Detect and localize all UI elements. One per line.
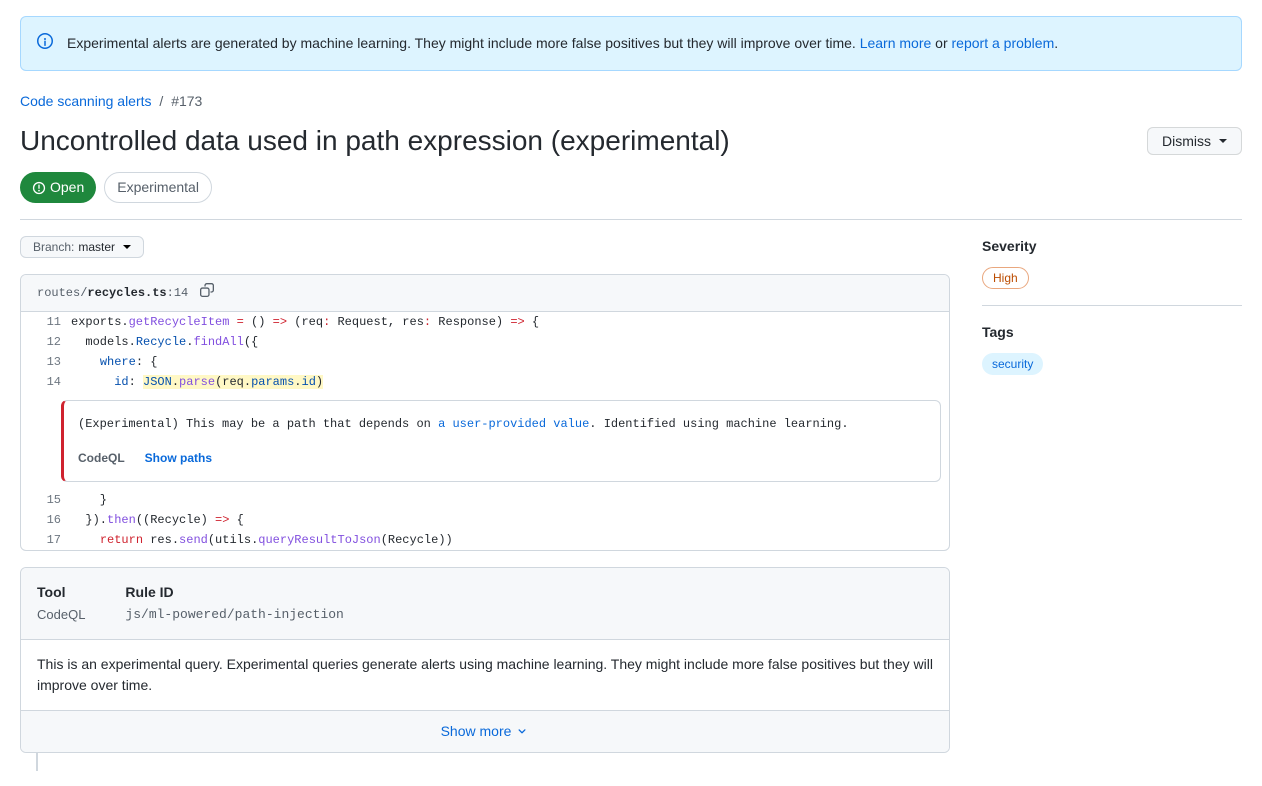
inline-alert: (Experimental) This may be a path that d… bbox=[61, 400, 941, 482]
code-file-header: routes/recycles.ts:14 bbox=[21, 275, 949, 312]
tags-heading: Tags bbox=[982, 322, 1242, 343]
code-snippet-box: routes/recycles.ts:14 11exports.getRecyc… bbox=[20, 274, 950, 551]
experimental-label: Experimental bbox=[104, 172, 212, 203]
code-line: 17 return res.send(utils.queryResultToJs… bbox=[21, 530, 949, 550]
page-title: Uncontrolled data used in path expressio… bbox=[20, 120, 730, 162]
code-line: 13 where: { bbox=[21, 352, 949, 372]
tool-label: Tool bbox=[37, 582, 85, 603]
code-line: 16 }).then((Recycle) => { bbox=[21, 510, 949, 530]
tags-section: Tags security bbox=[982, 322, 1242, 391]
banner-learn-more-link[interactable]: Learn more bbox=[860, 35, 932, 51]
chevron-down-icon bbox=[515, 724, 529, 738]
rule-id-value: js/ml-powered/path-injection bbox=[125, 605, 343, 625]
alert-value-link[interactable]: a user-provided value bbox=[438, 417, 589, 431]
breadcrumb-parent-link[interactable]: Code scanning alerts bbox=[20, 93, 152, 109]
alert-icon bbox=[32, 181, 46, 195]
show-paths-link[interactable]: Show paths bbox=[145, 449, 212, 467]
alert-tool-label: CodeQL bbox=[78, 449, 125, 467]
caret-down-icon bbox=[123, 245, 131, 249]
breadcrumb-separator: / bbox=[159, 93, 163, 109]
rule-info-box: Tool CodeQL Rule ID js/ml-powered/path-i… bbox=[20, 567, 950, 753]
banner-text-prefix: Experimental alerts are generated by mac… bbox=[67, 35, 860, 51]
code-line: 12 models.Recycle.findAll({ bbox=[21, 332, 949, 352]
rule-description: This is an experimental query. Experimen… bbox=[21, 640, 949, 710]
severity-badge: High bbox=[982, 267, 1029, 289]
status-open-badge: Open bbox=[20, 172, 96, 203]
alert-message: (Experimental) This may be a path that d… bbox=[78, 415, 926, 433]
experimental-banner: Experimental alerts are generated by mac… bbox=[20, 16, 1242, 71]
status-row: Open Experimental bbox=[20, 172, 1242, 220]
breadcrumb: Code scanning alerts / #173 bbox=[20, 91, 1242, 112]
timeline-connector bbox=[36, 753, 38, 771]
branch-selector[interactable]: Branch: master bbox=[20, 236, 144, 258]
severity-section: Severity High bbox=[982, 236, 1242, 306]
info-icon bbox=[37, 33, 53, 49]
severity-heading: Severity bbox=[982, 236, 1242, 257]
code-line: 15 } bbox=[21, 490, 949, 510]
file-path[interactable]: routes/recycles.ts:14 bbox=[37, 284, 188, 302]
code-line: 11exports.getRecycleItem = () => (req: R… bbox=[21, 312, 949, 332]
tool-value: CodeQL bbox=[37, 605, 85, 625]
tag-security[interactable]: security bbox=[982, 353, 1043, 375]
caret-down-icon bbox=[1219, 139, 1227, 143]
code-line: 14 id: JSON.parse(req.params.id) bbox=[21, 372, 949, 392]
dismiss-button[interactable]: Dismiss bbox=[1147, 127, 1242, 155]
rule-id-label: Rule ID bbox=[125, 582, 343, 603]
banner-text: Experimental alerts are generated by mac… bbox=[67, 33, 1058, 54]
banner-report-link[interactable]: report a problem bbox=[952, 35, 1055, 51]
copy-icon[interactable] bbox=[200, 283, 214, 303]
show-more-link[interactable]: Show more bbox=[441, 721, 530, 742]
breadcrumb-current: #173 bbox=[171, 93, 202, 109]
